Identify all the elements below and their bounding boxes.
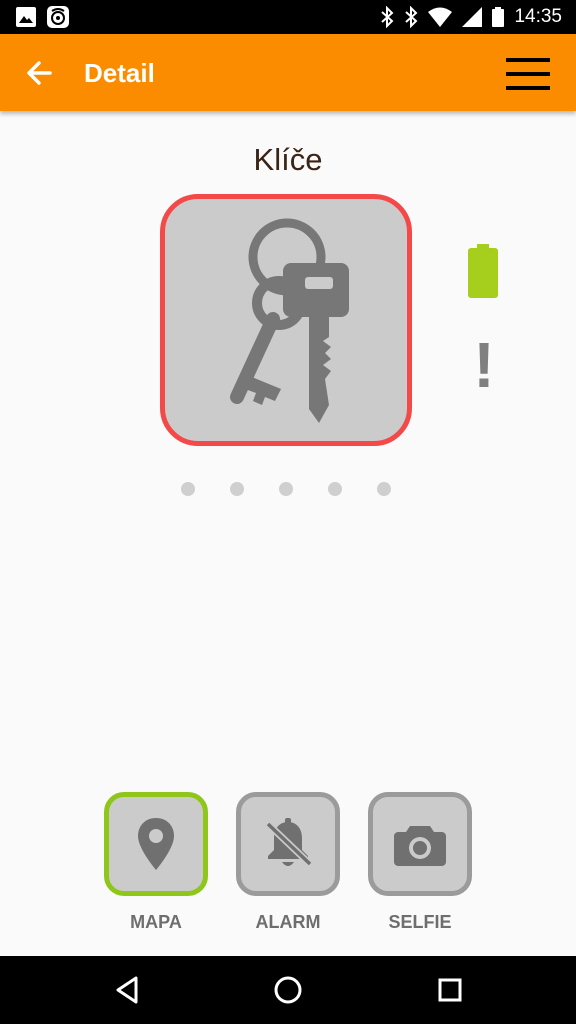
alert-icon: ! — [473, 329, 495, 401]
map-pin-icon — [138, 818, 174, 870]
nav-back-button[interactable] — [108, 970, 148, 1010]
wifi-icon — [428, 7, 453, 27]
back-triangle-icon — [116, 976, 138, 1004]
cast-app-icon — [47, 6, 69, 28]
nav-home-button[interactable] — [268, 970, 308, 1010]
recents-square-icon — [438, 978, 462, 1002]
status-bar: 14:35 — [0, 0, 576, 34]
page-indicator — [181, 482, 391, 496]
page-dot[interactable] — [181, 482, 195, 496]
keys-icon — [230, 218, 349, 423]
hamburger-menu-icon — [506, 58, 550, 90]
item-image[interactable] — [160, 194, 412, 446]
arrow-left-icon — [27, 61, 52, 85]
selfie-button[interactable] — [368, 792, 472, 896]
system-nav-bar — [0, 956, 576, 1024]
home-circle-icon — [274, 976, 302, 1004]
bluetooth-icon — [405, 6, 418, 28]
image-icon — [16, 7, 36, 27]
nav-recents-button[interactable] — [430, 970, 470, 1010]
item-title: Klíče — [253, 142, 323, 177]
bluetooth-icon — [381, 6, 394, 28]
signal-icon — [462, 7, 483, 27]
menu-button[interactable] — [502, 54, 554, 94]
page-dot[interactable] — [230, 482, 244, 496]
back-button[interactable] — [22, 56, 56, 90]
battery-level-icon — [468, 244, 498, 298]
map-button[interactable] — [104, 792, 208, 896]
camera-icon — [394, 826, 446, 866]
page-dot[interactable] — [377, 482, 391, 496]
page-dot[interactable] — [328, 482, 342, 496]
map-label: MAPA — [130, 912, 182, 932]
alarm-label: ALARM — [255, 912, 321, 932]
app-toolbar: Detail — [0, 34, 576, 111]
clock: 14:35 — [514, 6, 562, 27]
alarm-button[interactable] — [236, 792, 340, 896]
battery-icon — [492, 7, 505, 27]
toolbar-title: Detail — [84, 58, 155, 88]
bell-off-icon — [265, 818, 312, 867]
page-dot[interactable] — [279, 482, 293, 496]
selfie-label: SELFIE — [388, 912, 452, 932]
